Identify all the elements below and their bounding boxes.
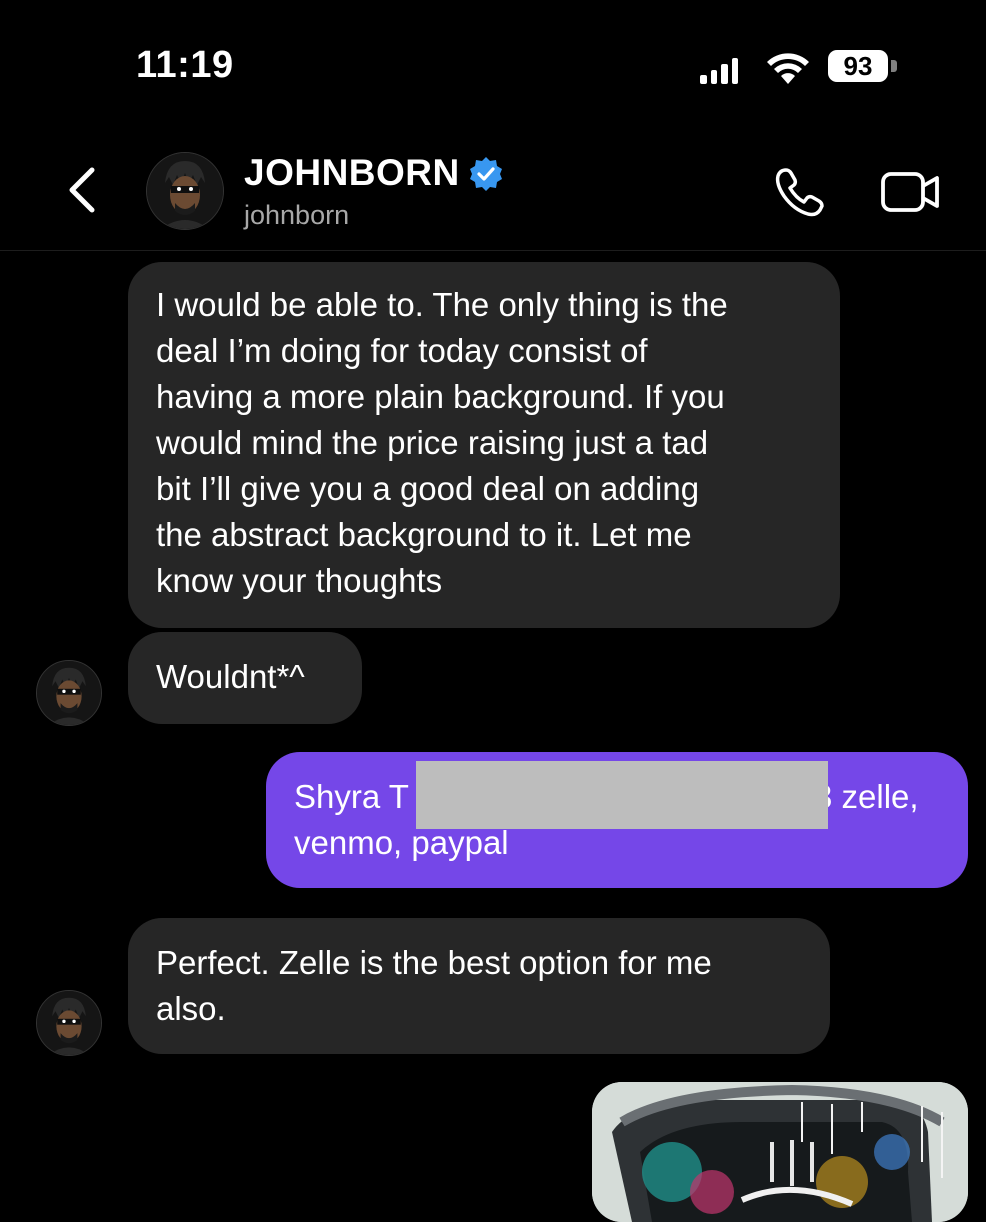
shared-artwork-image[interactable] — [592, 1082, 968, 1222]
cellular-signal-icon — [700, 56, 738, 84]
contact-name[interactable]: JOHNBORN — [244, 152, 460, 194]
message-text-start: Shyra T — [294, 778, 409, 815]
wifi-icon — [767, 53, 809, 84]
video-camera-icon[interactable] — [880, 168, 942, 216]
battery-icon: 93 — [828, 50, 888, 82]
avatar-illustration — [147, 153, 223, 229]
avatar-illustration — [37, 661, 101, 725]
avatar[interactable] — [36, 990, 102, 1056]
status-time: 11:19 — [136, 44, 234, 86]
avatar[interactable] — [146, 152, 224, 230]
message-text: Wouldnt*^ — [156, 658, 305, 695]
redaction-box — [416, 761, 828, 829]
message-text: Perfect. Zelle is the best option for me… — [156, 944, 712, 1027]
chat-header: JOHNBORN johnborn — [0, 130, 986, 251]
verified-badge-icon — [470, 157, 502, 191]
status-bar: 11:19 93 — [0, 0, 986, 130]
message-text: I would be able to. The only thing is th… — [156, 286, 728, 599]
contact-handle: johnborn — [244, 200, 350, 230]
phone-icon[interactable] — [772, 164, 828, 220]
message-bubble-incoming[interactable]: Wouldnt*^ — [128, 632, 362, 724]
chevron-left-icon[interactable] — [60, 160, 104, 220]
message-text-end: 3 zelle, — [814, 778, 919, 815]
avatar[interactable] — [36, 660, 102, 726]
battery-tip — [891, 60, 897, 72]
avatar-illustration — [37, 991, 101, 1055]
message-bubble-incoming[interactable]: I would be able to. The only thing is th… — [128, 262, 840, 628]
artwork-illustration — [592, 1082, 968, 1222]
message-bubble-incoming[interactable]: Perfect. Zelle is the best option for me… — [128, 918, 830, 1054]
